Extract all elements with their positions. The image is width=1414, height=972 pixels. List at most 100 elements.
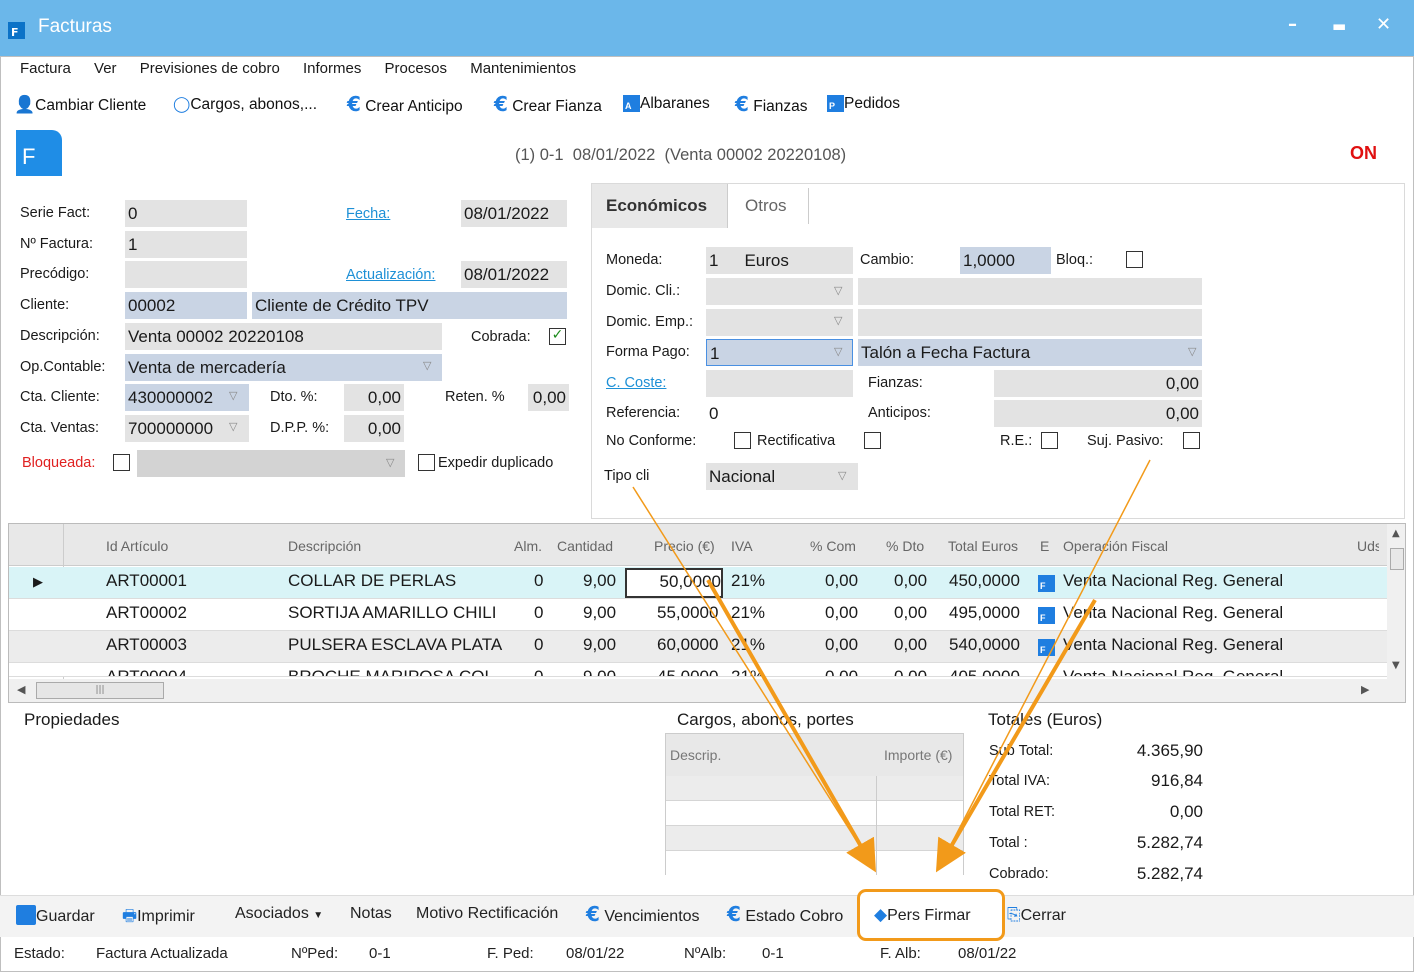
cargos-row[interactable] bbox=[666, 801, 963, 826]
vencimientos-button[interactable]: € Vencimientos bbox=[586, 902, 700, 926]
col-header-iva[interactable]: IVA bbox=[731, 538, 753, 554]
falb-value: 08/01/22 bbox=[958, 945, 1017, 962]
chevron-down-icon[interactable]: ▽ bbox=[423, 359, 431, 372]
referencia-field[interactable]: 0 bbox=[706, 400, 853, 427]
menu-ver[interactable]: Ver bbox=[94, 60, 117, 77]
cliente-name-field[interactable]: Cliente de Crédito TPV bbox=[252, 292, 567, 319]
precodigo-label: Precódigo: bbox=[20, 266, 90, 282]
col-header-id[interactable]: Id Artículo bbox=[106, 538, 168, 554]
forma-pago-label: Forma Pago: bbox=[606, 344, 690, 360]
bloq-checkbox[interactable] bbox=[1126, 251, 1143, 268]
cargos-col-importe[interactable]: Importe (€) bbox=[884, 747, 952, 763]
col-header-alm[interactable]: Alm. bbox=[514, 538, 542, 554]
chevron-down-icon[interactable]: ▽ bbox=[834, 284, 842, 297]
estado-cobro-button[interactable]: € Estado Cobro bbox=[727, 902, 843, 926]
dpp-field[interactable]: 0,00 bbox=[344, 415, 404, 442]
chevron-down-icon[interactable]: ▽ bbox=[834, 314, 842, 327]
menu-factura[interactable]: Factura bbox=[20, 60, 71, 77]
cambiar-cliente-button[interactable]: 👤Cambiar Cliente bbox=[14, 95, 146, 117]
table-row[interactable]: ART00004 BROCHE MARIPOSA COL 0 9,00 45,0… bbox=[9, 663, 1389, 677]
maximize-icon[interactable]: ▬ bbox=[1332, 17, 1346, 35]
asociados-button[interactable]: Asociados ▼ bbox=[235, 905, 323, 923]
guardar-button[interactable]: Guardar bbox=[16, 905, 95, 926]
tab-economicos[interactable]: Económicos bbox=[592, 184, 728, 228]
menu-mantenimientos[interactable]: Mantenimientos bbox=[470, 60, 576, 77]
re-checkbox[interactable] bbox=[1041, 432, 1058, 449]
vertical-scrollbar[interactable]: ▲ ▼ bbox=[1387, 524, 1405, 679]
col-header-dto[interactable]: % Dto bbox=[886, 538, 924, 554]
table-row[interactable]: ART00002 SORTIJA AMARILLO CHILI 0 9,00 5… bbox=[9, 599, 1389, 631]
notas-button[interactable]: Notas bbox=[350, 905, 392, 923]
cerrar-button[interactable]: ⎘Cerrar bbox=[1007, 905, 1066, 925]
forma-pago-select[interactable]: Talón a Fecha Factura bbox=[858, 339, 1202, 366]
centro-coste-link[interactable]: C. Coste: bbox=[606, 375, 666, 391]
cell-precio-editing[interactable]: 50,0000 bbox=[625, 568, 723, 598]
rectificativa-checkbox[interactable] bbox=[864, 432, 881, 449]
actualizacion-field[interactable]: 08/01/2022 bbox=[461, 261, 567, 288]
menu-informes[interactable]: Informes bbox=[303, 60, 361, 77]
col-header-descripcion[interactable]: Descripción bbox=[288, 538, 361, 554]
cargos-row[interactable] bbox=[666, 776, 963, 801]
col-header-operacion[interactable]: Operación Fiscal bbox=[1063, 538, 1168, 554]
fecha-field[interactable]: 08/01/2022 bbox=[461, 200, 567, 227]
chevron-down-icon[interactable]: ▽ bbox=[229, 389, 237, 402]
chevron-down-icon[interactable]: ▽ bbox=[838, 469, 846, 482]
centro-coste-field[interactable] bbox=[706, 370, 853, 397]
horizontal-scrollbar[interactable]: ◀ ||| ▶ bbox=[9, 679, 1405, 702]
cargos-button[interactable]: ◯Cargos, abonos,... bbox=[173, 95, 317, 117]
nfactura-field[interactable]: 1 bbox=[125, 231, 247, 258]
domic-emp-select[interactable] bbox=[706, 309, 853, 336]
expedir-duplicado-checkbox[interactable] bbox=[418, 454, 435, 471]
cargos-row[interactable] bbox=[666, 826, 963, 851]
col-header-uds[interactable]: Uds bbox=[1357, 538, 1379, 554]
tipo-cli-label: Tipo cli bbox=[604, 468, 650, 484]
col-header-e[interactable]: E bbox=[1040, 538, 1049, 554]
table-row[interactable]: ▶ ART00001 COLLAR DE PERLAS 0 9,00 50,00… bbox=[9, 567, 1389, 599]
reten-field[interactable]: 0,00 bbox=[528, 384, 569, 411]
domic-cli-select[interactable] bbox=[706, 278, 853, 305]
cliente-code-field[interactable]: 00002 bbox=[125, 292, 247, 319]
pers-firmar-button[interactable]: ◆Pers Firmar bbox=[874, 905, 971, 925]
col-header-precio[interactable]: Precio (€) bbox=[654, 538, 715, 554]
imprimir-button[interactable]: 🖶Imprimir bbox=[122, 905, 195, 932]
op-contable-select[interactable]: Venta de mercadería bbox=[125, 354, 442, 381]
menu-previsiones[interactable]: Previsiones de cobro bbox=[140, 60, 280, 77]
menu-procesos[interactable]: Procesos bbox=[385, 60, 448, 77]
moneda-field[interactable]: 1 Euros bbox=[706, 247, 853, 274]
cargos-row[interactable] bbox=[666, 851, 963, 875]
chevron-down-icon[interactable]: ▽ bbox=[834, 345, 842, 358]
chevron-down-icon[interactable]: ▽ bbox=[229, 420, 237, 433]
minimize-icon[interactable]: – bbox=[1288, 14, 1297, 35]
precodigo-field[interactable] bbox=[125, 261, 247, 288]
tab-otros[interactable]: Otros bbox=[745, 196, 787, 216]
fecha-link[interactable]: Fecha: bbox=[346, 206, 390, 222]
descripcion-field[interactable]: Venta 00002 20220108 bbox=[125, 323, 442, 350]
table-row[interactable]: ART00003 PULSERA ESCLAVA PLATA 0 9,00 60… bbox=[9, 631, 1389, 663]
motivo-rectificacion-button[interactable]: Motivo Rectificación bbox=[416, 905, 558, 923]
bloqueo-motivo-select[interactable] bbox=[137, 450, 405, 477]
bloqueada-checkbox[interactable] bbox=[113, 454, 130, 471]
cargos-col-descrip[interactable]: Descrip. bbox=[670, 747, 721, 763]
serie-label: Serie Fact: bbox=[20, 205, 91, 221]
chevron-down-icon[interactable]: ▽ bbox=[1188, 345, 1196, 358]
actualizacion-link[interactable]: Actualización: bbox=[346, 267, 435, 283]
forma-pago-code-field[interactable]: 1 bbox=[706, 339, 853, 366]
sujeto-pasivo-checkbox[interactable] bbox=[1183, 432, 1200, 449]
cobrada-checkbox[interactable]: ✓ bbox=[549, 328, 566, 345]
close-icon[interactable]: ✕ bbox=[1376, 14, 1391, 35]
col-header-cantidad[interactable]: Cantidad bbox=[557, 538, 613, 554]
chevron-down-icon[interactable]: ▽ bbox=[386, 456, 394, 469]
no-conforme-checkbox[interactable] bbox=[734, 432, 751, 449]
tipo-cli-select[interactable]: Nacional bbox=[706, 463, 858, 490]
cambio-field[interactable]: 1,0000 bbox=[960, 247, 1051, 274]
dto-field[interactable]: 0,00 bbox=[344, 384, 404, 411]
fianzas-button[interactable]: € Fianzas bbox=[735, 92, 808, 116]
crear-fianza-button[interactable]: € Crear Fianza bbox=[494, 92, 602, 116]
nfactura-label: Nº Factura: bbox=[20, 236, 93, 252]
serie-field[interactable]: 0 bbox=[125, 200, 247, 227]
col-header-com[interactable]: % Com bbox=[810, 538, 856, 554]
albaranes-button[interactable]: A Albaranes bbox=[623, 95, 710, 117]
col-header-total[interactable]: Total Euros bbox=[948, 538, 1018, 554]
pedidos-button[interactable]: P Pedidos bbox=[827, 95, 900, 117]
crear-anticipo-button[interactable]: € Crear Anticipo bbox=[347, 92, 463, 116]
